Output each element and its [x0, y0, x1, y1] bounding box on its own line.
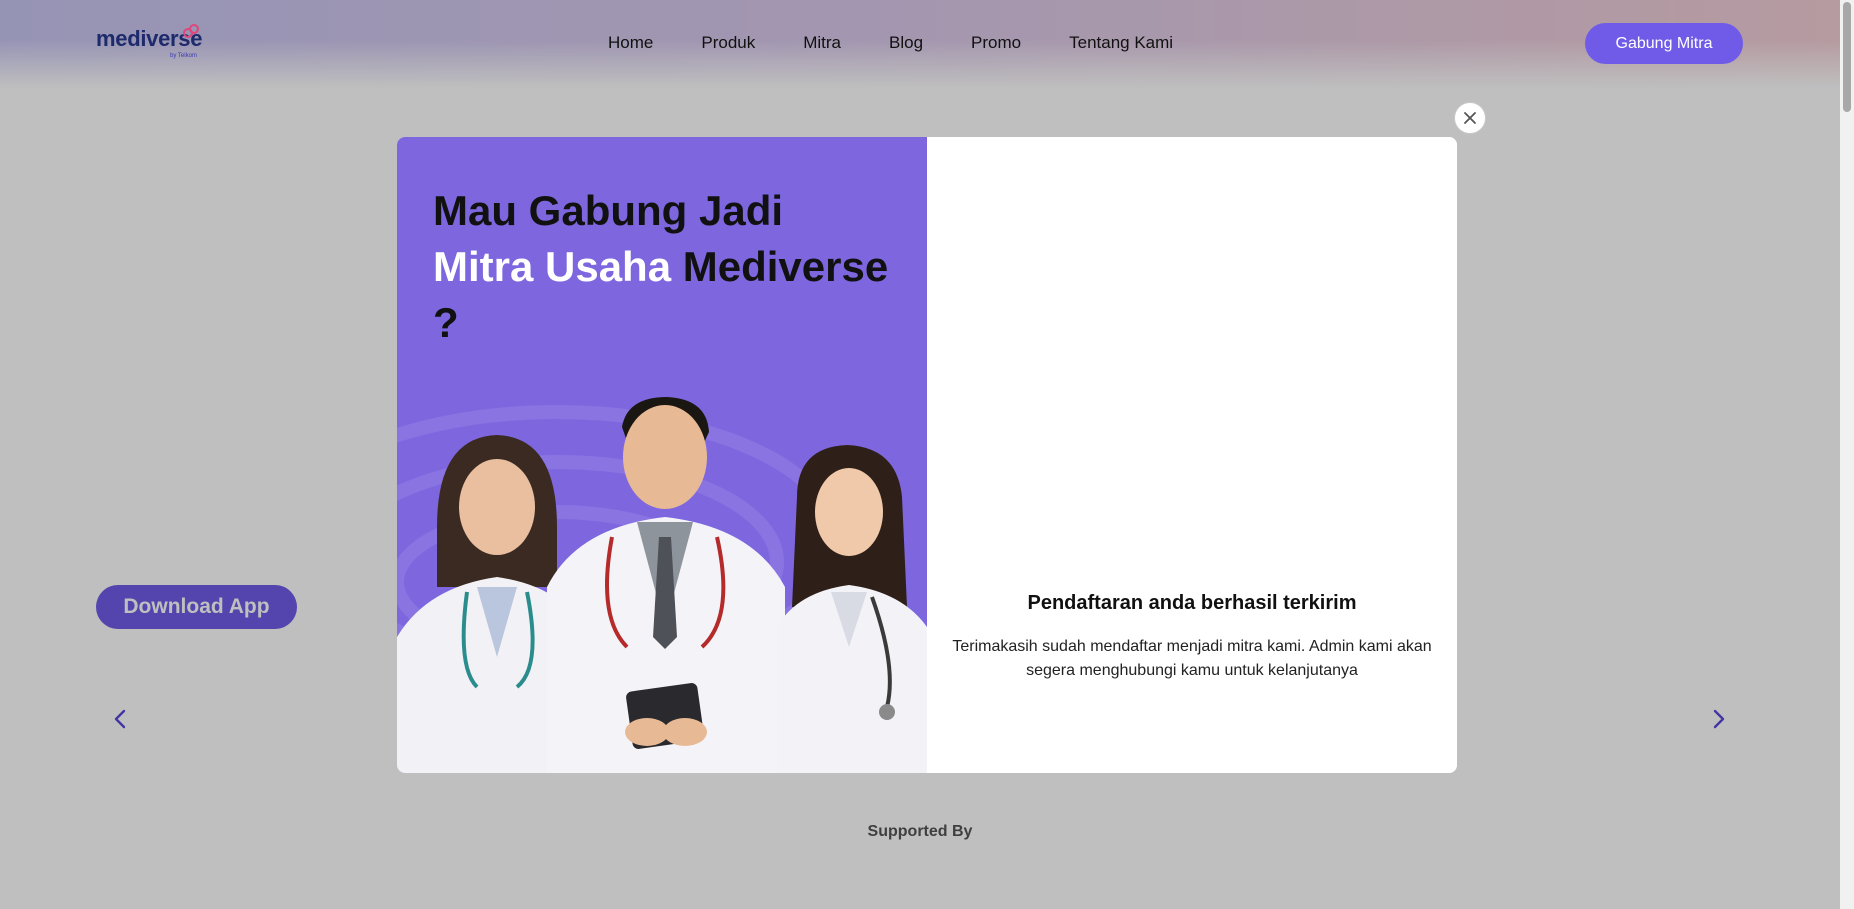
- nav-mitra[interactable]: Mitra: [803, 33, 841, 53]
- gabung-mitra-button[interactable]: Gabung Mitra: [1585, 23, 1743, 64]
- nav-tentang-kami[interactable]: Tentang Kami: [1069, 33, 1173, 53]
- logo-subtext: by Telkom: [170, 53, 197, 59]
- success-title: Pendaftaran anda berhasil terkirim: [1027, 592, 1357, 614]
- nav-blog[interactable]: Blog: [889, 33, 923, 53]
- headline-highlight: Mitra Usaha: [433, 243, 672, 290]
- nav-promo[interactable]: Promo: [971, 33, 1021, 53]
- logo-mark-icon: [183, 24, 199, 38]
- doctors-photo: [397, 397, 927, 773]
- page-scrollbar[interactable]: [1840, 0, 1854, 909]
- mediverse-logo[interactable]: mediverse by Telkom: [96, 24, 202, 59]
- headline-brand: Mediverse: [671, 243, 889, 290]
- scrollbar-thumb[interactable]: [1843, 2, 1851, 112]
- nav-produk[interactable]: Produk: [701, 33, 755, 53]
- nav-home[interactable]: Home: [608, 33, 653, 53]
- headline-line-3: ?: [433, 299, 459, 346]
- join-partner-modal: Mau Gabung Jadi Mitra Usaha Mediverse ? …: [397, 137, 1457, 773]
- modal-headline: Mau Gabung Jadi Mitra Usaha Mediverse ?: [433, 183, 903, 351]
- main-nav: Home Produk Mitra Blog Promo Tentang Kam…: [608, 33, 1173, 53]
- modal-promo-panel: Mau Gabung Jadi Mitra Usaha Mediverse ?: [397, 137, 927, 773]
- success-message: Terimakasih sudah mendaftar menjadi mitr…: [952, 638, 1432, 679]
- headline-line-2: Mitra Usaha Mediverse: [433, 239, 903, 295]
- modal-message-panel: Pendaftaran anda berhasil terkirim Terim…: [927, 137, 1457, 773]
- headline-line-1: Mau Gabung Jadi: [433, 187, 784, 234]
- close-icon[interactable]: [1454, 102, 1486, 134]
